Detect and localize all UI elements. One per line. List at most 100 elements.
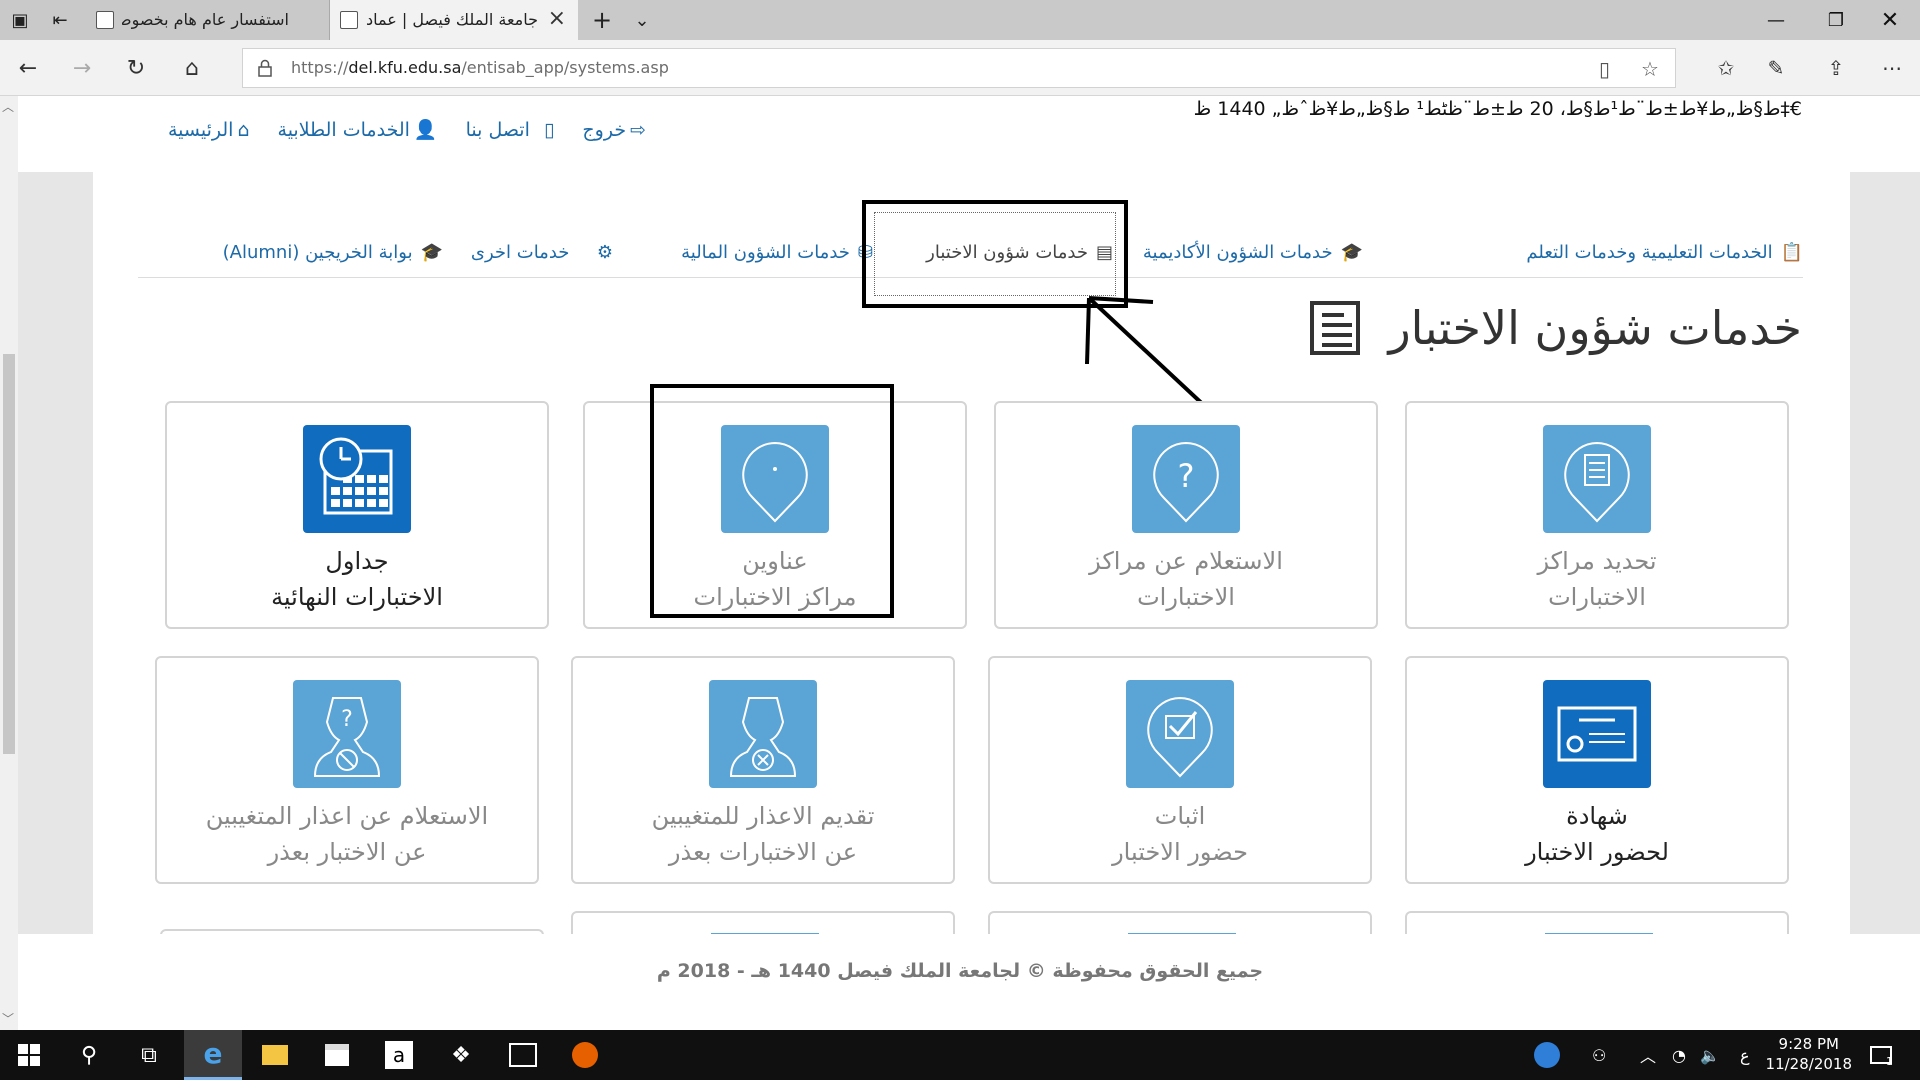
tab-financial-label: خدمات الشؤون المالية	[681, 241, 850, 263]
nav-contact[interactable]: ▯ اتصل بنا	[466, 118, 555, 141]
volume-icon[interactable]: 🔈	[1700, 1030, 1720, 1080]
browser-tab-bar: ▣ ⇤ استفسار عام هام بخصوص مو جامعة الملك…	[0, 0, 1920, 40]
close-tab-icon[interactable]: ×	[548, 6, 566, 31]
nav-student-services[interactable]: 👤 الخدمات الطلابية	[278, 118, 438, 142]
close-window-icon[interactable]: ✕	[1860, 0, 1920, 40]
tab-actions-icon[interactable]: ▣	[0, 0, 40, 40]
firefox-icon[interactable]	[556, 1030, 614, 1080]
lock-icon	[258, 59, 272, 77]
graduation-cap-icon: 🎓	[1340, 241, 1363, 263]
notes-pen-icon[interactable]: ✎	[1756, 48, 1796, 88]
refresh-icon[interactable]: ↻	[116, 48, 156, 88]
tab-other-services[interactable]: ⚙ خدمات اخرى	[471, 226, 613, 278]
checkmark-pin-icon	[1126, 680, 1234, 788]
card-label-line1: جداول	[325, 547, 389, 575]
more-menu-icon[interactable]: ⋯	[1872, 48, 1912, 88]
card-submit-absence-excuse[interactable]: تقديم الاعذار للمتغيبين عن الاختبارات بعذ…	[571, 656, 955, 884]
card-label: جداول الاختبارات النهائية	[167, 543, 547, 615]
card-label: الاستعلام عن اعذار المتغيبين عن الاختبار …	[157, 798, 537, 870]
input-language[interactable]: ع	[1740, 1030, 1750, 1080]
focus-outline	[874, 212, 1116, 296]
windows-start-icon[interactable]	[0, 1030, 58, 1080]
clock[interactable]: 9:28 PM 11/28/2018	[1766, 1034, 1852, 1074]
notification-alert-icon[interactable]	[1534, 1030, 1560, 1080]
action-center-icon[interactable]: 1	[1870, 1030, 1893, 1080]
page-heading: خدمات شؤون الاختبار	[1310, 301, 1802, 355]
url-path: /entisab_app/systems.asp	[461, 58, 669, 77]
card-inquire-absence-excuses[interactable]: ? الاستعلام عن اعذار المتغيبين عن الاختبا…	[155, 656, 539, 884]
card-attendance-certificate[interactable]: شهادة لحضور الاختبار	[1405, 656, 1789, 884]
card-proof-of-attendance[interactable]: اثبات حضور الاختبار	[988, 656, 1372, 884]
share-icon[interactable]: ⇪	[1816, 48, 1856, 88]
page-title: خدمات شؤون الاختبار	[1388, 301, 1802, 355]
card-label-line1: الاستعلام عن مراكز	[1089, 547, 1283, 575]
reading-view-icon[interactable]: ▯	[1599, 57, 1610, 81]
vertical-scrollbar[interactable]: ︿ ﹀	[0, 96, 18, 1030]
tab-title: جامعة الملك فيصل | عماد	[366, 10, 538, 29]
restore-icon[interactable]: ❐	[1806, 0, 1866, 40]
store-icon[interactable]	[308, 1030, 366, 1080]
address-bar: ← → ↻ ⌂ https://del.kfu.edu.sa/entisab_a…	[0, 40, 1920, 96]
page-footer	[18, 934, 1920, 1030]
nav-logout[interactable]: ⇨ خروج	[582, 118, 646, 141]
home-icon[interactable]: ⌂	[172, 48, 212, 88]
minimize-icon[interactable]: —	[1746, 0, 1806, 40]
people-icon[interactable]: ⚇	[1592, 1030, 1606, 1080]
site-top-bar: ط§ظ„ط¥ط±ط¨ط¹ط§ط، 20 ط±ط¨ظٹط¹ ط§ظ„ط¥ظˆظ„ …	[18, 96, 1920, 172]
dropbox-icon[interactable]: ❖	[432, 1030, 490, 1080]
url-field[interactable]: https://del.kfu.edu.sa/entisab_app/syste…	[242, 48, 1676, 88]
wifi-icon[interactable]: ◔	[1672, 1030, 1686, 1080]
forward-icon[interactable]: →	[62, 48, 102, 88]
logout-icon: ⇨	[630, 118, 646, 141]
card-label-line1: تقديم الاعذار للمتغيبين	[651, 802, 875, 830]
search-icon[interactable]: ⚲	[60, 1030, 118, 1080]
card-label-line2: عن الاختبار بعذر	[267, 838, 427, 866]
clock-time: 9:28 PM	[1778, 1035, 1839, 1053]
top-navigation: ⌂ الرئيسية 👤 الخدمات الطلابية ▯ اتصل بنا ⇨…	[168, 118, 646, 142]
copyright-text: جميع الحقوق محفوظة © لجامعة الملك فيصل 1…	[656, 960, 1264, 982]
person-cancel-icon	[709, 680, 817, 788]
tab-educational-services[interactable]: 📋 الخدمات التعليمية وخدمات التعلم	[1526, 226, 1803, 278]
user-icon: 👤	[413, 119, 438, 141]
task-view-icon[interactable]: ⧉	[120, 1030, 178, 1080]
scroll-down-icon[interactable]: ﹀	[2, 1010, 14, 1027]
amazon-icon[interactable]: a	[370, 1030, 428, 1080]
nav-home[interactable]: ⌂ الرئيسية	[168, 118, 250, 141]
card-final-exam-schedules[interactable]: جداول الاختبارات النهائية	[165, 401, 549, 629]
chevron-up-icon[interactable]: ︿	[1640, 1030, 1656, 1080]
certificate-icon	[1543, 680, 1651, 788]
set-tabs-aside-icon[interactable]: ⇤	[40, 0, 80, 40]
chevron-down-icon[interactable]: ⌄	[622, 0, 662, 40]
card-label-line2: الاختبارات النهائية	[271, 583, 443, 611]
url-prefix: https://	[291, 58, 349, 77]
card-label: تقديم الاعذار للمتغيبين عن الاختبارات بعذ…	[573, 798, 953, 870]
svg-text:?: ?	[341, 707, 353, 732]
tab-financial-services[interactable]: ⛁ خدمات الشؤون المالية	[681, 226, 873, 278]
scrollbar-thumb[interactable]	[3, 354, 15, 754]
browser-tab-kfu[interactable]: جامعة الملك فيصل | عماد ×	[330, 0, 578, 40]
gear-icon: ⚙	[596, 241, 613, 263]
favorite-star-icon[interactable]: ☆	[1641, 57, 1659, 81]
scroll-up-icon[interactable]: ︿	[2, 98, 14, 115]
tab-alumni-portal[interactable]: 🎓 بوابة الخريجين (Alumni)	[223, 226, 443, 278]
tab-title: استفسار عام هام بخصوص مو	[122, 10, 289, 29]
new-tab-icon[interactable]: +	[582, 0, 622, 40]
card-label-line2: الاختبارات	[1137, 583, 1235, 611]
browser-tab-inquiry[interactable]: استفسار عام هام بخصوص مو	[86, 0, 330, 40]
nav-home-label: الرئيسية	[168, 118, 234, 141]
annotation-box-card	[650, 384, 894, 618]
tab-academic-services[interactable]: 🎓 خدمات الشؤون الأكاديمية	[1143, 226, 1363, 278]
clock-date: 11/28/2018	[1765, 1055, 1852, 1073]
back-icon[interactable]: ←	[8, 48, 48, 88]
card-label: اثبات حضور الاختبار	[990, 798, 1370, 870]
photos-icon[interactable]	[494, 1030, 552, 1080]
card-inquire-exam-centers[interactable]: ? الاستعلام عن مراكز الاختبارات	[994, 401, 1378, 629]
card-select-exam-centers[interactable]: تحديد مراكز الاختبارات	[1405, 401, 1789, 629]
favorites-list-icon[interactable]: ✩	[1706, 48, 1746, 88]
calendar-clock-icon	[303, 425, 411, 533]
edge-browser-icon[interactable]: e	[184, 1030, 242, 1080]
url-text: https://del.kfu.edu.sa/entisab_app/syste…	[291, 58, 669, 77]
list-pin-icon	[1543, 425, 1651, 533]
page-icon	[96, 11, 114, 29]
file-explorer-icon[interactable]	[246, 1030, 304, 1080]
